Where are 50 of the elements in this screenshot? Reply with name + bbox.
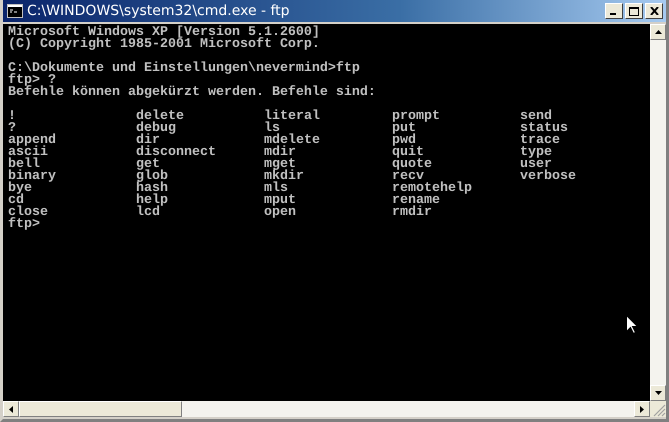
command-name: recv <box>392 171 424 183</box>
scroll-up-button[interactable] <box>650 24 666 40</box>
scroll-right-button[interactable] <box>634 401 650 417</box>
right-arrow-icon <box>640 406 644 412</box>
minimize-button[interactable] <box>605 3 623 19</box>
console-line: Befehle können abgekürzt werden. Befehle sind: <box>8 87 376 99</box>
command-name: lcd <box>136 207 160 219</box>
command-name: pwd <box>392 135 416 147</box>
command-name: binary <box>8 171 56 183</box>
command-name: debug <box>136 123 176 135</box>
command-name: type <box>520 147 552 159</box>
resize-grip-icon[interactable] <box>650 401 666 417</box>
scroll-down-button[interactable] <box>650 385 666 401</box>
scroll-thumb[interactable] <box>19 401 182 417</box>
close-icon <box>650 7 658 15</box>
command-name: get <box>136 159 160 171</box>
command-name: bye <box>8 183 32 195</box>
command-name: rmdir <box>392 207 432 219</box>
scroll-left-button[interactable] <box>3 401 19 417</box>
command-name: quote <box>392 159 432 171</box>
command-name: disconnect <box>136 147 216 159</box>
command-name: trace <box>520 135 560 147</box>
mouse-pointer-icon <box>626 315 638 334</box>
command-name: ! <box>8 111 16 123</box>
command-name: prompt <box>392 111 440 123</box>
command-name: glob <box>136 171 168 183</box>
command-name: open <box>264 207 296 219</box>
command-name: mget <box>264 159 296 171</box>
command-name: mdir <box>264 147 296 159</box>
command-name: quit <box>392 147 424 159</box>
command-name: status <box>520 123 568 135</box>
close-button[interactable] <box>645 3 663 19</box>
window-title: C:\WINDOWS\system32\cmd.exe - ftp <box>27 3 291 19</box>
up-arrow-icon <box>654 30 662 34</box>
command-name: send <box>520 111 552 123</box>
command-name: mput <box>264 195 296 207</box>
maximize-button[interactable] <box>625 3 643 19</box>
console-app-icon <box>7 4 23 18</box>
command-name: put <box>392 123 416 135</box>
command-name: mls <box>264 183 288 195</box>
down-arrow-icon <box>654 391 662 395</box>
console-line: (C) Copyright 1985-2001 Microsoft Corp. <box>8 39 320 51</box>
console-line: ftp> <box>8 219 40 231</box>
left-arrow-icon <box>9 406 13 412</box>
command-name: append <box>8 135 56 147</box>
maximize-icon <box>629 6 639 16</box>
command-name: ? <box>8 123 16 135</box>
command-name: remotehelp <box>392 183 472 195</box>
command-name: verbose <box>520 171 576 183</box>
command-name: help <box>136 195 168 207</box>
